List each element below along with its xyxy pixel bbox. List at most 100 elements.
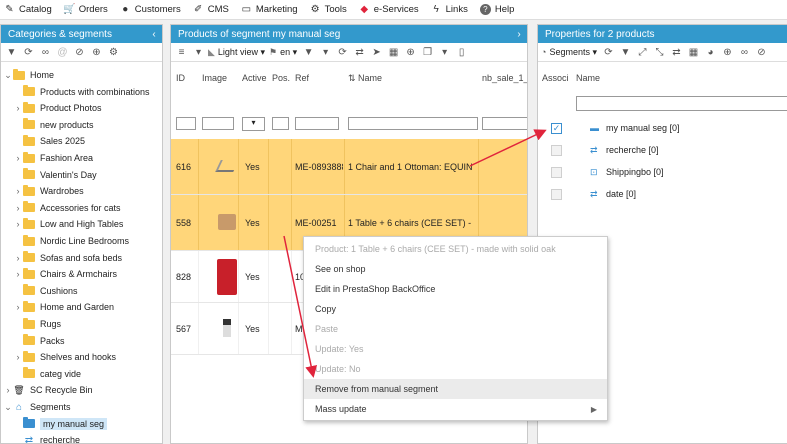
tree-item[interactable]: my manual seg xyxy=(13,416,108,432)
filter-icon[interactable]: ▼ xyxy=(4,45,19,60)
col-active[interactable]: Active xyxy=(242,73,267,83)
col-id[interactable]: ID xyxy=(176,73,185,83)
menu-icon[interactable]: ≡ xyxy=(174,45,189,60)
expand-down-icon[interactable]: ⌄ xyxy=(3,70,13,81)
sync-icon[interactable]: ⇄ xyxy=(669,45,684,60)
expand-right-icon[interactable]: › xyxy=(13,203,23,213)
filter-icon[interactable]: ▼ xyxy=(301,45,316,60)
segment-row[interactable]: ⇄ date [0] xyxy=(538,183,787,205)
tree-item[interactable]: › Product Photos xyxy=(13,100,102,116)
menu-item-orders[interactable]: 🛒 Orders xyxy=(63,4,108,15)
filter-pos-input[interactable] xyxy=(272,117,289,130)
segment-row[interactable]: ⊡ Shippingbo [0] xyxy=(538,161,787,183)
tree-item[interactable]: Nordic Line Bedrooms xyxy=(13,233,129,249)
expand-right-icon[interactable]: › xyxy=(13,219,23,229)
tree-item[interactable]: Cushions xyxy=(13,283,78,299)
add-icon[interactable]: ⊕ xyxy=(720,45,735,60)
col-pos[interactable]: Pos. xyxy=(272,73,290,83)
tree-item[interactable]: › Low and High Tables xyxy=(13,216,123,232)
associate-checkbox[interactable]: ✓ xyxy=(551,122,562,134)
refresh-icon[interactable]: ⟳ xyxy=(335,45,350,60)
grid-icon[interactable]: ▦ xyxy=(686,45,701,60)
menu-item-tools[interactable]: ⚙ Tools xyxy=(310,4,347,15)
associate-checkbox[interactable] xyxy=(551,166,562,178)
collapse-center-icon[interactable]: › xyxy=(511,29,527,40)
refresh-icon[interactable]: ⟳ xyxy=(21,45,36,60)
tree-item[interactable]: › 🗑 SC Recycle Bin xyxy=(3,382,93,398)
filter-ref-input[interactable] xyxy=(295,117,339,130)
collapse-icon[interactable]: ⤡ xyxy=(652,45,667,60)
at-icon[interactable]: @ xyxy=(55,45,70,60)
collapse-left-icon[interactable]: ‹ xyxy=(146,29,162,40)
tree-item[interactable]: › Home and Garden xyxy=(13,299,114,315)
filter-name-input[interactable] xyxy=(348,117,478,130)
tree-item[interactable]: Packs xyxy=(13,333,65,349)
tree-item[interactable]: ⌄ Home xyxy=(3,67,54,83)
expand-right-icon[interactable]: › xyxy=(13,153,23,163)
filter-active-select[interactable]: ▾ xyxy=(242,117,265,131)
expand-right-icon[interactable]: › xyxy=(13,103,23,113)
expand-right-icon[interactable]: › xyxy=(13,302,23,312)
segments-select[interactable]: ◔ Segments ▾ xyxy=(541,47,597,58)
expand-down-icon[interactable]: ⌄ xyxy=(3,402,13,413)
menu-item-e-services[interactable]: ◆ e-Services xyxy=(359,4,418,15)
language-select[interactable]: ⚑ en ▾ xyxy=(269,47,297,58)
link-icon[interactable]: ∞ xyxy=(737,45,752,60)
tree-item[interactable]: Rugs xyxy=(13,316,61,332)
tree-item[interactable]: categ vide xyxy=(13,366,81,382)
context-menu-item[interactable]: See on shop xyxy=(304,259,607,279)
sync-icon[interactable]: ⇄ xyxy=(352,45,367,60)
dropdown-icon[interactable]: ▾ xyxy=(191,45,206,60)
menu-item-catalog[interactable]: ✎ Catalog xyxy=(4,4,51,15)
settings-icon[interactable]: ⚙ xyxy=(106,45,121,60)
expand-icon[interactable]: ⤢ xyxy=(635,45,650,60)
expand-right-icon[interactable]: › xyxy=(13,352,23,362)
link-icon[interactable]: ∞ xyxy=(38,45,53,60)
tree-item[interactable]: › Fashion Area xyxy=(13,150,93,166)
light-view-select[interactable]: ◣ Light view ▾ xyxy=(208,47,265,58)
segment-row[interactable]: ⇄ recherche [0] xyxy=(538,139,787,161)
col-associate[interactable]: Associ xyxy=(542,73,569,83)
menu-item-links[interactable]: ϟ Links xyxy=(431,4,467,15)
filter-id-input[interactable] xyxy=(176,117,196,130)
menu-item-customers[interactable]: ● Customers xyxy=(120,4,180,15)
dropdown-icon[interactable]: ▾ xyxy=(318,45,333,60)
expand-right-icon[interactable]: › xyxy=(13,186,23,196)
tree-item[interactable]: Sales 2025 xyxy=(13,133,85,149)
table-row[interactable]: 616 Yes ME-0893888 1 Chair and 1 Ottoman: E… xyxy=(171,139,527,195)
unlink-icon[interactable]: ⊘ xyxy=(754,45,769,60)
expand-right-icon[interactable]: › xyxy=(3,385,13,395)
context-menu-item[interactable]: Edit in PrestaShop BackOffice xyxy=(304,279,607,299)
col-ref[interactable]: Ref xyxy=(295,73,309,83)
tree-item[interactable]: › Chairs & Armchairs xyxy=(13,266,117,282)
associate-checkbox[interactable] xyxy=(551,188,562,200)
filter-image-input[interactable] xyxy=(202,117,234,130)
filter-icon[interactable]: ▼ xyxy=(618,45,633,60)
cursor-icon[interactable]: ➤ xyxy=(369,45,384,60)
col-nb-sale[interactable]: nb_sale_1_ xyxy=(482,73,527,83)
refresh-icon[interactable]: ⟳ xyxy=(601,45,616,60)
menu-item-cms[interactable]: ✐ CMS xyxy=(193,4,229,15)
dropdown-icon[interactable]: ▾ xyxy=(437,45,452,60)
tree-item[interactable]: › Sofas and sofa beds xyxy=(13,250,122,266)
context-menu-item[interactable]: Copy xyxy=(304,299,607,319)
tree-item[interactable]: ⇄ recherche xyxy=(13,432,80,443)
add-icon[interactable]: ⊕ xyxy=(89,45,104,60)
expand-right-icon[interactable]: › xyxy=(13,269,23,279)
menu-item-help[interactable]: ? Help xyxy=(479,4,514,15)
tree-item[interactable]: ⌄ ⌂ Segments xyxy=(3,399,70,415)
segment-row[interactable]: ✓ ▬ my manual seg [0] xyxy=(538,117,787,139)
context-menu-item[interactable]: Remove from manual segment xyxy=(304,379,607,399)
tree-item[interactable]: Products with combinations xyxy=(13,84,150,100)
copy-icon[interactable]: ❐ xyxy=(420,45,435,60)
tree-item[interactable]: › Shelves and hooks xyxy=(13,349,116,365)
context-menu-item[interactable]: Mass update ▶ xyxy=(304,399,607,419)
filter-nbsale-input[interactable] xyxy=(482,117,527,130)
tree-item[interactable]: › Wardrobes xyxy=(13,183,84,199)
col-image[interactable]: Image xyxy=(202,73,227,83)
grid-icon[interactable]: ▦ xyxy=(386,45,401,60)
add-icon[interactable]: ⊕ xyxy=(403,45,418,60)
tree-item[interactable]: › Accessories for cats xyxy=(13,200,121,216)
delete-icon[interactable]: ⊘ xyxy=(72,45,87,60)
duplicate-icon[interactable]: ▯ xyxy=(454,45,469,60)
